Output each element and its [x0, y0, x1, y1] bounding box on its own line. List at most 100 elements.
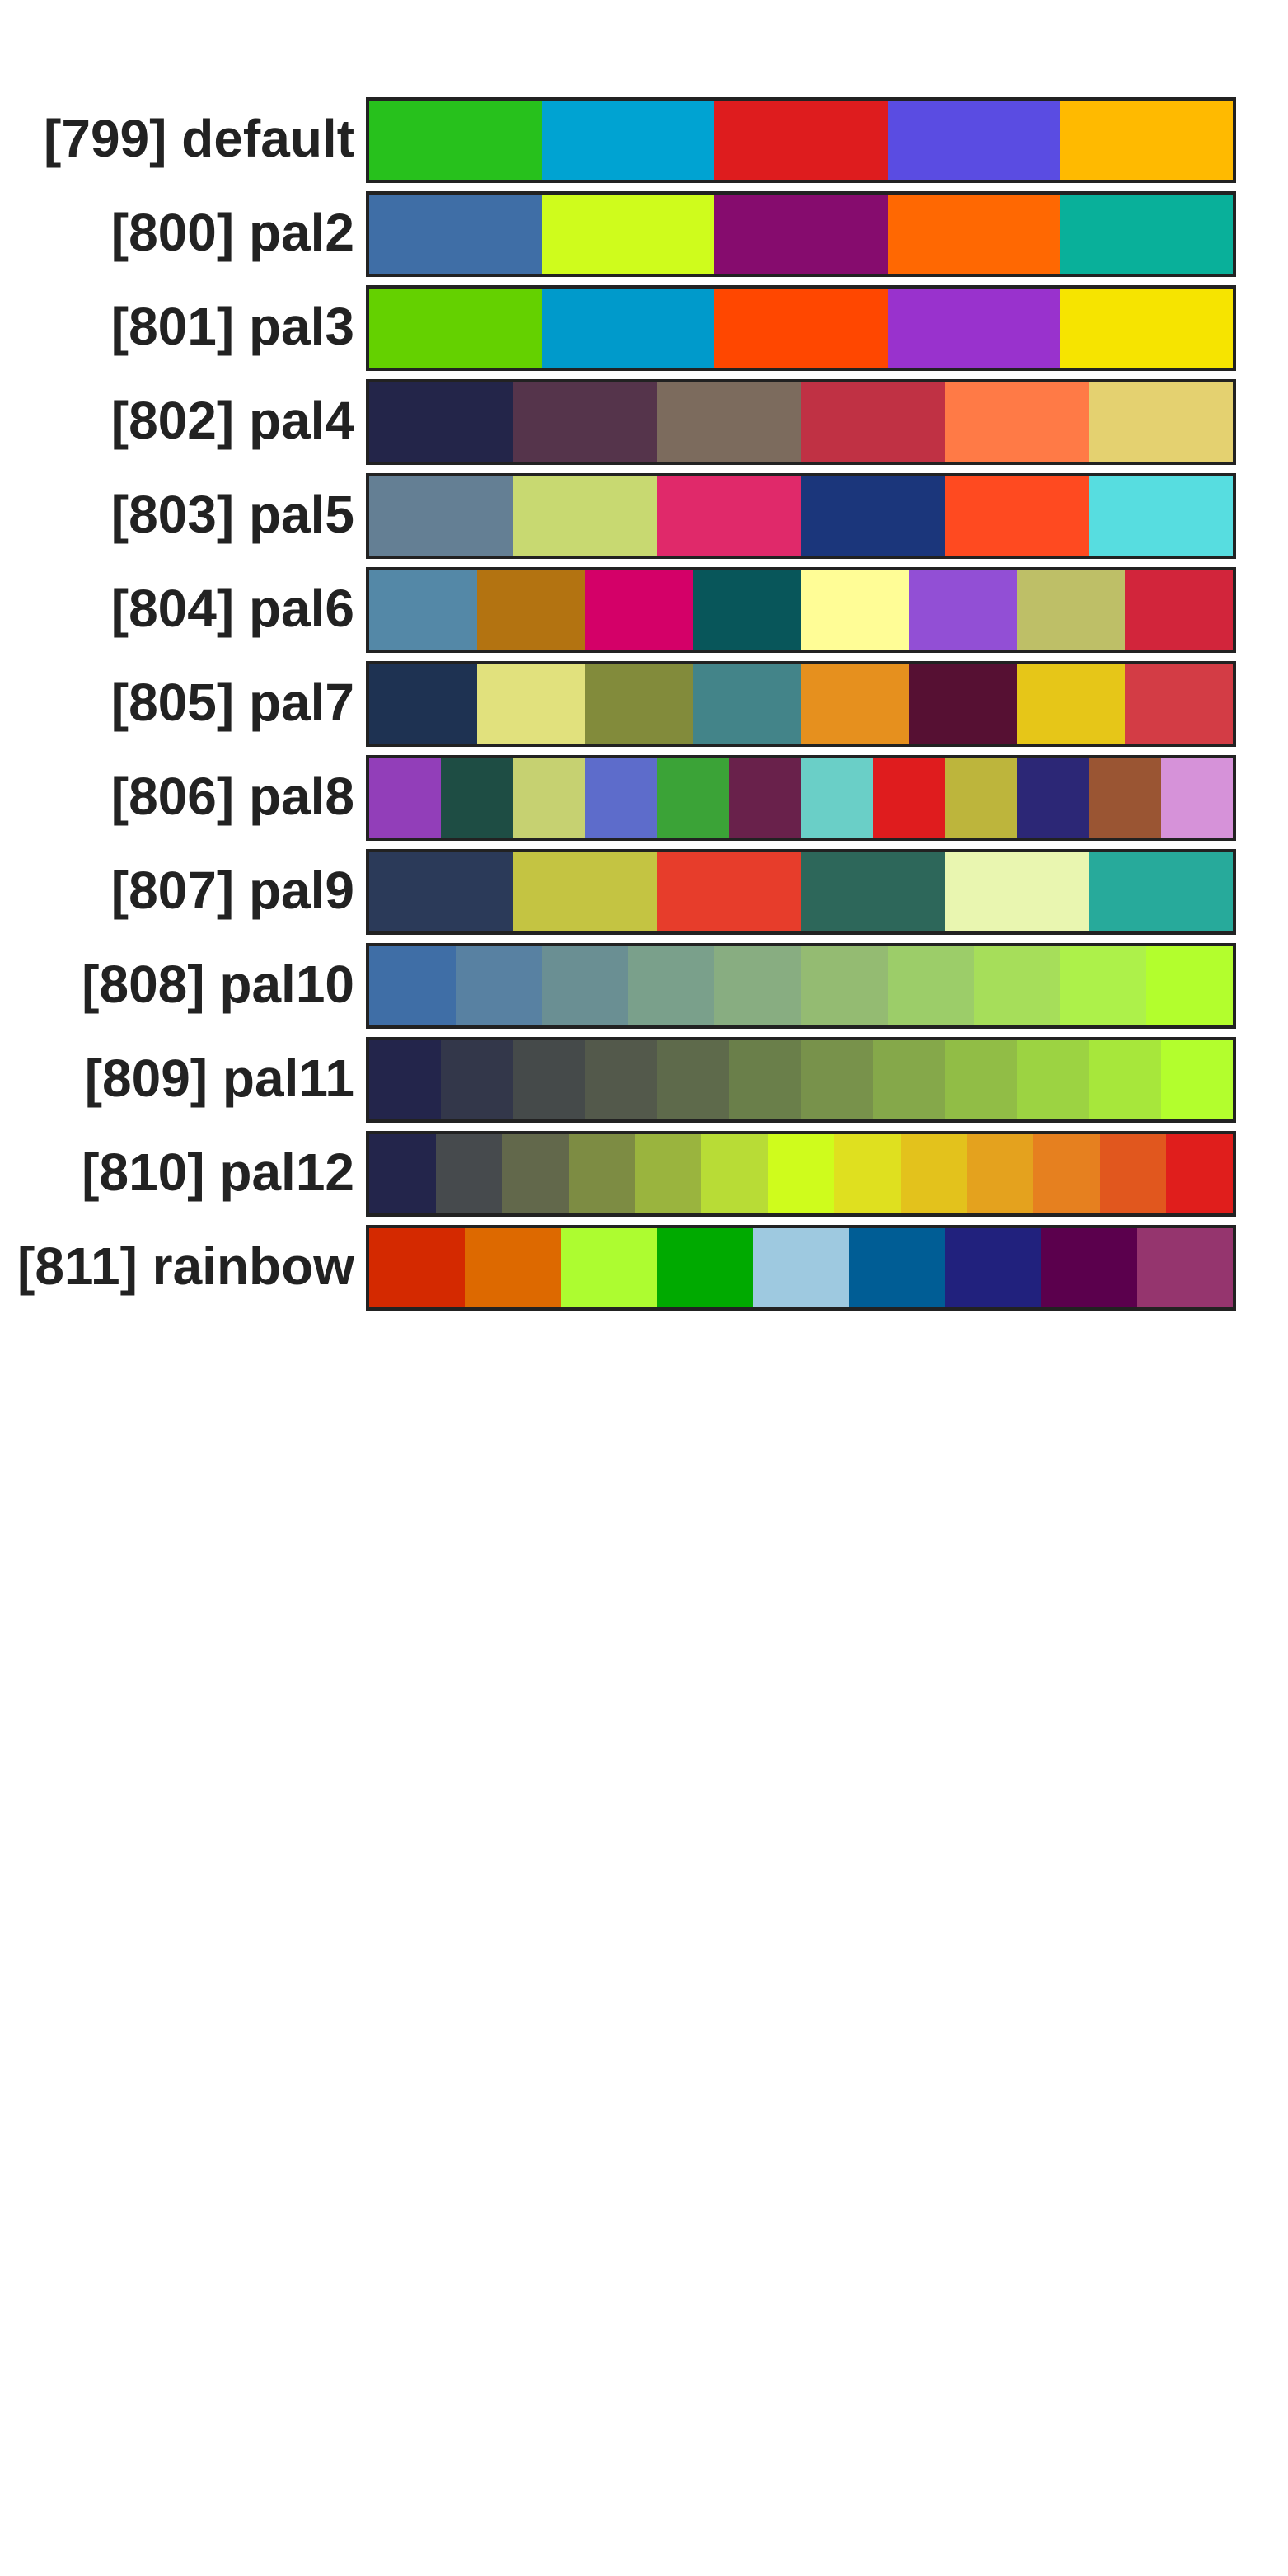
- color-swatch: [801, 570, 909, 650]
- color-swatch: [584, 1040, 658, 1119]
- color-swatch: [1060, 195, 1233, 274]
- color-swatch: [1089, 758, 1161, 838]
- color-swatch: [584, 758, 658, 838]
- color-swatch: [1089, 852, 1234, 931]
- color-swatch: [513, 758, 585, 838]
- color-swatch: [800, 946, 888, 1025]
- color-swatch: [1089, 1040, 1161, 1119]
- palette-label: [808] pal10: [82, 955, 354, 1014]
- palette-bar: [366, 473, 1236, 559]
- color-swatch: [657, 758, 729, 838]
- palette-row: [802] pal4: [0, 379, 1288, 473]
- color-swatch: [455, 946, 542, 1025]
- palette-row: [801] pal3: [0, 285, 1288, 379]
- color-swatch: [728, 1040, 801, 1119]
- palette-bar: [366, 1225, 1236, 1311]
- color-swatch: [693, 570, 801, 650]
- palette-bar: [366, 1037, 1236, 1123]
- color-swatch: [477, 664, 585, 744]
- color-swatch: [944, 1228, 1042, 1307]
- color-swatch: [1016, 1040, 1089, 1119]
- color-swatch: [369, 1228, 466, 1307]
- color-swatch: [1060, 289, 1233, 368]
- color-swatch: [1060, 946, 1147, 1025]
- color-swatch: [585, 664, 693, 744]
- palette-bar: [366, 285, 1236, 371]
- palette-label: [804] pal6: [110, 579, 354, 638]
- color-swatch: [800, 1040, 873, 1119]
- color-swatch: [887, 946, 974, 1025]
- color-swatch: [541, 101, 715, 180]
- color-swatch: [887, 101, 1061, 180]
- color-swatch: [657, 1228, 753, 1307]
- palette-row: [805] pal7: [0, 661, 1288, 755]
- color-swatch: [1017, 664, 1125, 744]
- color-swatch: [1016, 758, 1089, 838]
- color-swatch: [701, 1134, 768, 1213]
- palette-label: [801] pal3: [110, 297, 354, 356]
- color-swatch: [541, 289, 715, 368]
- palette-row: [806] pal8: [0, 755, 1288, 849]
- palette-row: [799] default: [0, 97, 1288, 191]
- color-swatch: [1160, 758, 1233, 838]
- color-swatch: [1146, 946, 1233, 1025]
- color-swatch: [369, 382, 513, 462]
- color-swatch: [502, 1134, 569, 1213]
- color-swatch: [693, 664, 801, 744]
- palette-row: [809] pal11: [0, 1037, 1288, 1131]
- palette-bar: [366, 97, 1236, 183]
- color-swatch: [873, 1040, 945, 1119]
- color-swatch: [767, 1134, 835, 1213]
- color-swatch: [441, 1040, 513, 1119]
- color-swatch: [369, 664, 477, 744]
- color-swatch: [714, 946, 801, 1025]
- palette-label: [809] pal11: [84, 1049, 354, 1108]
- palette-bar: [366, 849, 1236, 935]
- color-swatch: [369, 476, 513, 556]
- palette-row: [808] pal10: [0, 943, 1288, 1037]
- palette-row: [800] pal2: [0, 191, 1288, 285]
- color-swatch: [441, 758, 513, 838]
- palette-label: [805] pal7: [110, 673, 354, 732]
- color-swatch: [541, 195, 715, 274]
- color-swatch: [800, 758, 873, 838]
- color-swatch: [1160, 1040, 1233, 1119]
- color-swatch: [801, 382, 945, 462]
- color-swatch: [369, 289, 542, 368]
- palette-row: [810] pal12: [0, 1131, 1288, 1225]
- palette-label: [810] pal12: [82, 1143, 354, 1202]
- color-swatch: [657, 476, 802, 556]
- color-swatch: [1017, 570, 1125, 650]
- color-swatch: [873, 758, 945, 838]
- color-swatch: [944, 852, 1089, 931]
- palette-bar: [366, 567, 1236, 653]
- color-swatch: [944, 758, 1017, 838]
- palette-bar: [366, 1131, 1236, 1217]
- color-swatch: [369, 195, 542, 274]
- color-swatch: [849, 1228, 945, 1307]
- palette-label: [800] pal2: [110, 203, 354, 262]
- color-swatch: [369, 852, 513, 931]
- color-swatch: [369, 946, 456, 1025]
- color-swatch: [1166, 1134, 1233, 1213]
- color-swatch: [967, 1134, 1034, 1213]
- palette-list: [799] default [800] pal2 [801] pal3 [802] p…: [0, 97, 1288, 1319]
- color-swatch: [628, 946, 715, 1025]
- palette-bar: [366, 755, 1236, 841]
- color-swatch: [1136, 1228, 1233, 1307]
- palette-row: [811] rainbow: [0, 1225, 1288, 1319]
- color-swatch: [973, 946, 1061, 1025]
- color-swatch: [1033, 1134, 1100, 1213]
- color-swatch: [1089, 476, 1234, 556]
- color-swatch: [887, 289, 1061, 368]
- color-swatch: [513, 1040, 585, 1119]
- palette-bar: [366, 191, 1236, 277]
- palette-label: [803] pal5: [110, 485, 354, 544]
- color-swatch: [513, 852, 658, 931]
- palette-label: [806] pal8: [110, 767, 354, 826]
- color-swatch: [944, 476, 1089, 556]
- palette-bar: [366, 943, 1236, 1029]
- color-swatch: [369, 101, 542, 180]
- color-swatch: [435, 1134, 503, 1213]
- palette-row: [804] pal6: [0, 567, 1288, 661]
